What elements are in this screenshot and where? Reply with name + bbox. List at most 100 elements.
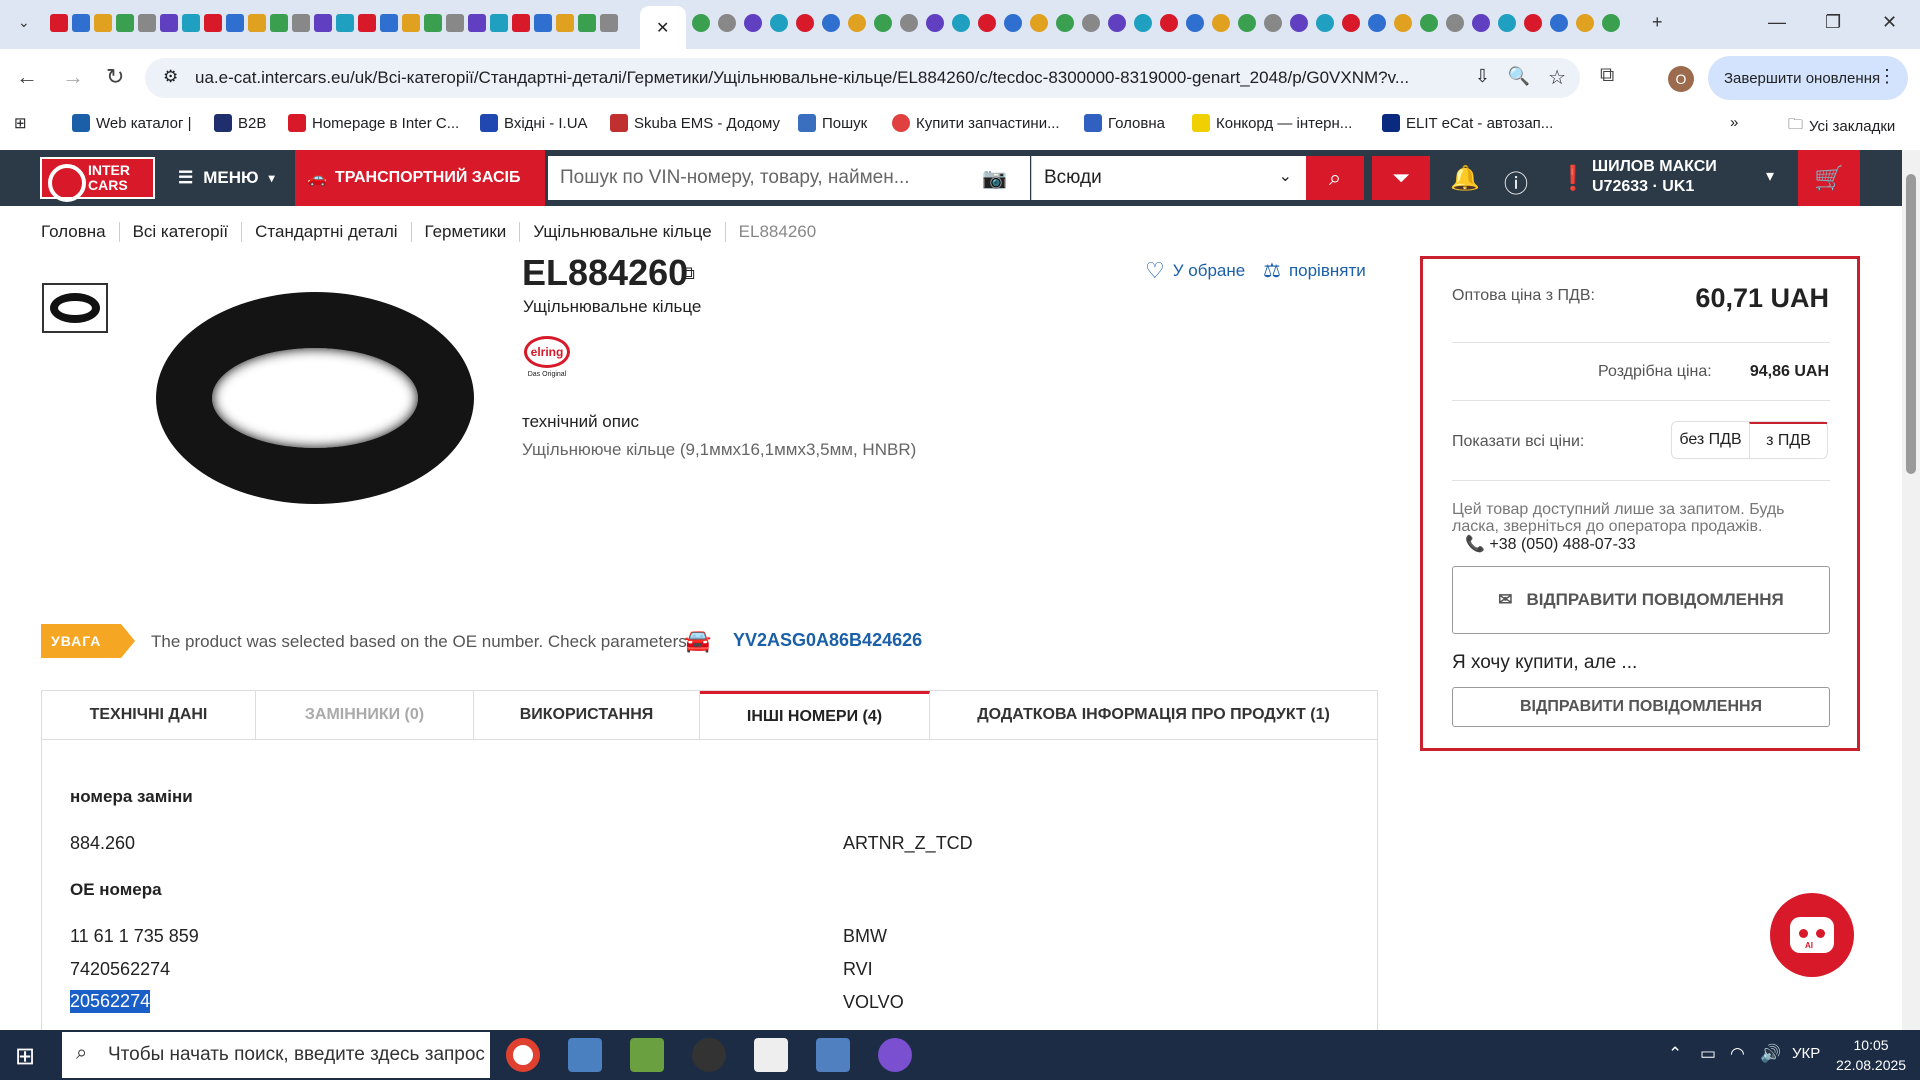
profile-avatar[interactable]: O bbox=[1668, 66, 1694, 92]
site-info-icon[interactable]: ⚙ bbox=[163, 67, 178, 87]
new-tab-icon[interactable]: + bbox=[1652, 12, 1663, 33]
menu-dots-icon[interactable]: ⋮ bbox=[1878, 66, 1896, 87]
pinned-tab-icon[interactable] bbox=[600, 14, 618, 32]
pinned-tab-icon[interactable] bbox=[182, 14, 200, 32]
send-message-button-2[interactable]: ВІДПРАВИТИ ПОВІДОМЛЕННЯ bbox=[1452, 687, 1830, 727]
pinned-tab-icon[interactable] bbox=[248, 14, 266, 32]
close-window-icon[interactable]: ✕ bbox=[1882, 12, 1897, 33]
back-icon[interactable]: ← bbox=[16, 64, 38, 90]
viber-icon[interactable] bbox=[878, 1038, 912, 1072]
pinned-tab-icon[interactable] bbox=[1550, 14, 1568, 32]
all-bookmarks[interactable]: 🗀 Усі закладки bbox=[1788, 114, 1895, 139]
pinned-tab-icon[interactable] bbox=[116, 14, 134, 32]
vat-on-option[interactable]: з ПДВ bbox=[1749, 422, 1827, 458]
tab-other-numbers[interactable]: ІНШІ НОМЕРИ (4) bbox=[700, 691, 930, 739]
pinned-tab-icon[interactable] bbox=[226, 14, 244, 32]
vat-off-option[interactable]: без ПДВ bbox=[1672, 422, 1749, 458]
tab-substitutes[interactable]: ЗАМІННИКИ (0) bbox=[256, 691, 474, 739]
update-button[interactable]: Завершити оновлення ⋮ bbox=[1708, 56, 1908, 100]
bookmark-5[interactable]: Пошук bbox=[798, 114, 867, 132]
reload-icon[interactable]: ↻ bbox=[106, 64, 124, 90]
zoom-icon[interactable]: 🔍 bbox=[1508, 66, 1530, 87]
pinned-tab-icon[interactable] bbox=[292, 14, 310, 32]
bookmark-3[interactable]: Вхідні - I.UA bbox=[480, 114, 588, 132]
search-button[interactable]: ⌕ bbox=[1306, 156, 1364, 200]
pinned-tab-icon[interactable] bbox=[1264, 14, 1282, 32]
pinned-tab-icon[interactable] bbox=[1160, 14, 1178, 32]
pinned-tab-icon[interactable] bbox=[336, 14, 354, 32]
taskbar-app-icon[interactable] bbox=[630, 1038, 664, 1072]
menu-button[interactable]: ☰ МЕНЮ ▾ bbox=[178, 150, 275, 206]
tab-technical-data[interactable]: ТЕХНІЧНІ ДАНІ bbox=[42, 691, 256, 739]
pinned-tab-icon[interactable] bbox=[1472, 14, 1490, 32]
pinned-tab-icon[interactable] bbox=[1394, 14, 1412, 32]
chevron-down-icon[interactable]: ▾ bbox=[1766, 166, 1774, 186]
pinned-tab-icon[interactable] bbox=[796, 14, 814, 32]
alert-icon[interactable]: ❗ bbox=[1558, 164, 1588, 193]
chatbot-button[interactable]: AI bbox=[1770, 893, 1854, 977]
send-message-button[interactable]: ✉ ВІДПРАВИТИ ПОВІДОМЛЕННЯ bbox=[1452, 566, 1830, 634]
tray-icon[interactable]: ▭ bbox=[1700, 1044, 1716, 1064]
pinned-tab-icon[interactable] bbox=[50, 14, 68, 32]
tray-chevron-icon[interactable]: ⌃ bbox=[1668, 1044, 1682, 1064]
more-bookmarks-icon[interactable]: » bbox=[1730, 114, 1738, 131]
breadcrumb-item[interactable]: Герметики bbox=[410, 222, 520, 242]
camera-icon[interactable]: 📷 bbox=[982, 166, 1007, 191]
pinned-tab-icon[interactable] bbox=[1368, 14, 1386, 32]
cart-button[interactable]: 🛒 bbox=[1798, 150, 1860, 206]
pinned-tab-icon[interactable] bbox=[380, 14, 398, 32]
taskbar-app-icon[interactable] bbox=[568, 1038, 602, 1072]
pinned-tab-icon[interactable] bbox=[1576, 14, 1594, 32]
pinned-tab-icon[interactable] bbox=[358, 14, 376, 32]
user-account[interactable]: ШИЛОВ МАКСИ U72633 · UK1 bbox=[1592, 157, 1717, 197]
pinned-tab-icon[interactable] bbox=[718, 14, 736, 32]
pinned-tab-icon[interactable] bbox=[874, 14, 892, 32]
pinned-tab-icon[interactable] bbox=[512, 14, 530, 32]
info-icon[interactable]: ⓘ bbox=[1504, 164, 1528, 199]
pinned-tab-icon[interactable] bbox=[1342, 14, 1360, 32]
pinned-tab-icon[interactable] bbox=[556, 14, 574, 32]
chrome-app-icon[interactable] bbox=[506, 1038, 540, 1072]
bookmark-1[interactable]: B2B bbox=[214, 114, 266, 132]
bookmark-0[interactable]: Web каталог | bbox=[72, 114, 192, 132]
pinned-tab-icon[interactable] bbox=[1186, 14, 1204, 32]
bookmark-7[interactable]: Головна bbox=[1084, 114, 1165, 132]
pinned-tab-icon[interactable] bbox=[1602, 14, 1620, 32]
active-tab[interactable]: ✕ bbox=[640, 6, 686, 49]
pinned-tab-icon[interactable] bbox=[446, 14, 464, 32]
pinned-tab-icon[interactable] bbox=[204, 14, 222, 32]
pinned-tab-icon[interactable] bbox=[578, 14, 596, 32]
forward-icon[interactable]: → bbox=[62, 64, 84, 90]
pinned-tab-icon[interactable] bbox=[94, 14, 112, 32]
pinned-tab-icon[interactable] bbox=[1498, 14, 1516, 32]
compare-button[interactable]: ⚖ порівняти bbox=[1263, 258, 1366, 283]
apps-icon[interactable]: ⊞ bbox=[14, 114, 27, 132]
bookmark-6[interactable]: Купити запчастини... bbox=[892, 114, 1060, 132]
pinned-tab-icon[interactable] bbox=[314, 14, 332, 32]
breadcrumb-item[interactable]: Головна bbox=[41, 222, 119, 242]
intercars-logo[interactable]: INTER CARS bbox=[40, 157, 155, 202]
pinned-tab-icon[interactable] bbox=[1238, 14, 1256, 32]
pinned-tab-icon[interactable] bbox=[952, 14, 970, 32]
pinned-tab-icon[interactable] bbox=[1134, 14, 1152, 32]
bookmark-2[interactable]: Homepage в Inter C... bbox=[288, 114, 459, 132]
language-indicator[interactable]: УКР bbox=[1792, 1045, 1820, 1062]
breadcrumb-item[interactable]: Ущільнювальне кільце bbox=[519, 222, 724, 242]
pinned-tab-icon[interactable] bbox=[770, 14, 788, 32]
search-input[interactable] bbox=[548, 156, 1030, 200]
pinned-tab-icon[interactable] bbox=[534, 14, 552, 32]
pinned-tab-icon[interactable] bbox=[1030, 14, 1048, 32]
pinned-tab-icon[interactable] bbox=[926, 14, 944, 32]
taskbar-search[interactable]: ⌕ Чтобы начать поиск, введите здесь запр… bbox=[62, 1032, 490, 1078]
filter-button[interactable]: ⏷ bbox=[1372, 156, 1430, 200]
pinned-tab-icon[interactable] bbox=[1290, 14, 1308, 32]
brand-logo[interactable]: elring Das Original bbox=[522, 336, 572, 386]
product-thumbnail[interactable] bbox=[42, 283, 108, 333]
bell-icon[interactable]: 🔔 bbox=[1450, 164, 1480, 193]
vehicle-button[interactable]: 🚗 ТРАНСПОРТНИЙ ЗАСІБ bbox=[295, 150, 545, 206]
pinned-tab-icon[interactable] bbox=[468, 14, 486, 32]
address-bar[interactable]: ⚙ ua.e-cat.intercars.eu/uk/Всі-категорії… bbox=[145, 58, 1580, 98]
product-image[interactable] bbox=[155, 290, 475, 505]
bookmark-8[interactable]: Конкорд — інтерн... bbox=[1192, 114, 1352, 132]
extensions-icon[interactable]: ⧉ bbox=[1600, 64, 1614, 87]
